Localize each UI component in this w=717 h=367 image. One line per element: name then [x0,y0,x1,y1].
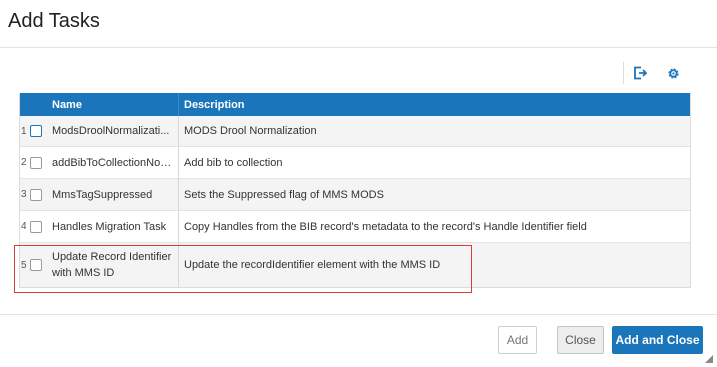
title-divider [0,47,717,48]
task-name: ModsDroolNormalizati... [52,125,170,137]
row-checkbox[interactable] [30,259,42,271]
table-header: Name Description [20,93,690,116]
row-checkbox[interactable] [30,220,42,233]
task-description: Sets the Suppressed flag of MMS MODS [184,188,384,201]
footer-divider [0,314,717,315]
task-description: Add bib to collection [184,156,283,169]
task-description: Copy Handles from the BIB record's metad… [184,220,587,233]
table-row[interactable]: 1 ModsDroolNormalizati... MODS Drool Nor… [20,116,690,147]
header-index-cell [20,93,45,116]
row-index: 2 [21,157,26,168]
close-button[interactable]: Close [557,326,604,354]
add-and-close-button[interactable]: Add and Close [612,326,703,354]
table-row[interactable]: 2 addBibToCollectionNor... Add bib to co… [20,147,690,179]
row-index: 1 [21,125,26,137]
task-description: Update the recordIdentifier element with… [184,259,441,271]
row-index: 5 [21,259,26,271]
row-checkbox[interactable] [30,156,42,169]
task-description: MODS Drool Normalization [184,125,317,137]
resize-grip-icon[interactable] [705,355,713,363]
add-button[interactable]: Add [498,326,537,354]
export-button[interactable] [631,64,649,82]
task-name: addBibToCollectionNor... [52,156,172,169]
task-name: MmsTagSuppressed [52,188,153,201]
row-index: 3 [21,189,26,200]
export-icon [634,66,647,80]
table-row[interactable]: 4 Handles Migration Task Copy Handles fr… [20,211,690,243]
column-header-description[interactable]: Description [179,93,690,116]
row-checkbox[interactable] [30,125,42,137]
gear-icon [667,67,679,79]
table-row[interactable]: 5 Update Record Identifier with MMS ID U… [20,243,690,287]
row-index: 4 [21,221,26,232]
settings-button[interactable] [664,64,682,82]
toolbar-separator [623,62,624,84]
column-header-name[interactable]: Name [45,93,179,116]
dialog-title: Add Tasks [8,10,100,32]
table-row[interactable]: 3 MmsTagSuppressed Sets the Suppressed f… [20,179,690,211]
task-name: Update Record Identifier with MMS ID [52,251,172,279]
tasks-table: Name Description 1 ModsDroolNormalizati.… [19,93,691,288]
row-checkbox[interactable] [30,188,42,201]
task-name: Handles Migration Task [52,220,167,233]
